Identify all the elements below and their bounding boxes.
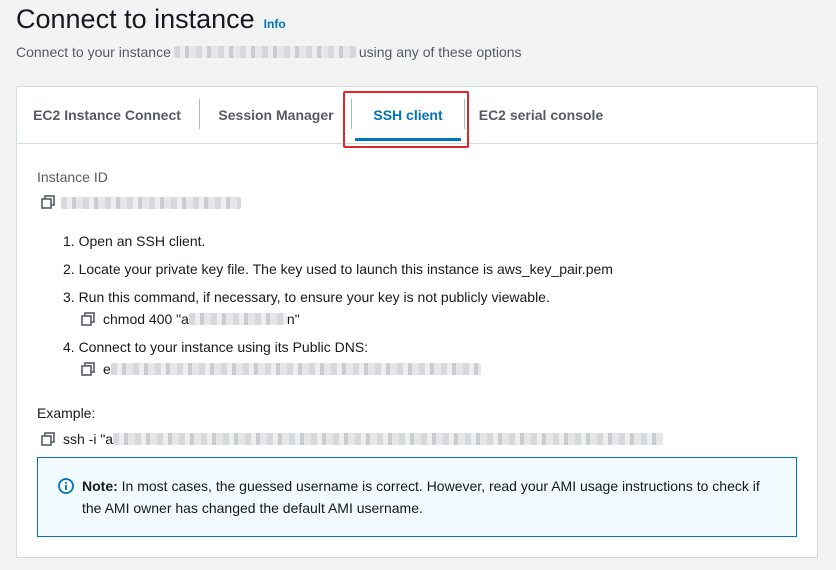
redacted-public-dns <box>110 363 481 375</box>
subtitle-suffix: using any of these options <box>358 44 522 60</box>
step-2: 2. Locate your private key file. The key… <box>63 261 613 277</box>
alert-text: Note: In most cases, the guessed usernam… <box>82 475 782 519</box>
page-title-text: Connect to instance <box>16 4 255 34</box>
chmod-command: chmod 400 "a n" <box>81 311 300 327</box>
redacted-ssh-command <box>113 433 664 445</box>
step-3: 3. Run this command, if necessary, to en… <box>63 289 550 305</box>
info-icon <box>58 478 74 494</box>
page-subtitle: Connect to your instance using any of th… <box>16 44 522 60</box>
step-4: 4. Connect to your instance using its Pu… <box>63 339 369 355</box>
tab-session-manager[interactable]: Session Manager <box>211 87 341 143</box>
page-title: Connect to instance Info <box>16 4 286 35</box>
tab-bar: EC2 Instance Connect Session Manager SSH… <box>17 87 817 148</box>
tab-ec2-serial-console[interactable]: EC2 serial console <box>471 87 611 143</box>
tab-divider <box>464 99 465 129</box>
subtitle-prefix: Connect to your instance <box>16 44 171 60</box>
copy-icon[interactable] <box>41 432 55 446</box>
alert-body: In most cases, the guessed username is c… <box>82 478 760 516</box>
example-command: ssh -i "a <box>41 431 664 447</box>
tab-ssh-client[interactable]: SSH client <box>355 87 461 143</box>
step-1: 1. Open an SSH client. <box>63 233 206 249</box>
public-dns-value: e <box>81 361 481 377</box>
alert-title: Note: <box>82 478 118 494</box>
dns-prefix: e <box>103 361 111 377</box>
info-alert: Note: In most cases, the guessed usernam… <box>37 457 797 537</box>
example-label: Example: <box>37 405 96 421</box>
tab-divider <box>199 99 200 129</box>
instance-id-label: Instance ID <box>37 169 108 185</box>
connect-panel: EC2 Instance Connect Session Manager SSH… <box>16 86 818 558</box>
redacted-instance-id <box>173 46 356 58</box>
chmod-suffix: n" <box>286 311 300 327</box>
redacted-instance-id-value <box>61 197 241 209</box>
tab-ec2-instance-connect[interactable]: EC2 Instance Connect <box>27 87 187 143</box>
copy-icon[interactable] <box>41 195 55 209</box>
example-prefix: ssh -i "a <box>63 431 114 447</box>
tab-divider <box>351 99 352 129</box>
copy-icon[interactable] <box>81 362 95 376</box>
redacted-key-path <box>188 313 287 325</box>
chmod-prefix: chmod 400 "a <box>103 311 189 327</box>
info-link[interactable]: Info <box>264 17 286 31</box>
copy-icon[interactable] <box>81 312 95 326</box>
